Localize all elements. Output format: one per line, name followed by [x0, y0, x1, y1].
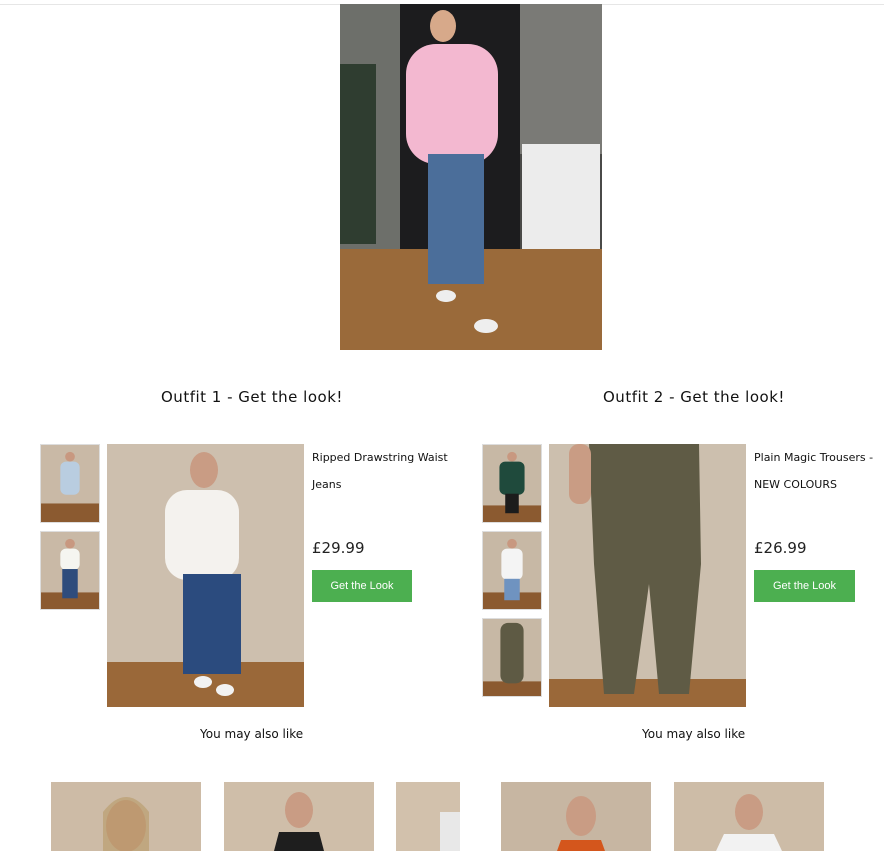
- recommendation-image[interactable]: [51, 782, 201, 851]
- recommendation-image[interactable]: [674, 782, 824, 851]
- outfit-2-thumbnail-1[interactable]: [482, 444, 542, 523]
- outfit-2-price: £26.99: [754, 539, 807, 557]
- hero-image[interactable]: [340, 4, 602, 350]
- outfit-1-thumbnail-2[interactable]: [40, 531, 100, 610]
- outfit-1-price: £29.99: [312, 539, 365, 557]
- outfit-2-thumbnail-2[interactable]: [482, 531, 542, 610]
- outfit-1-thumbnail-1[interactable]: [40, 444, 100, 523]
- outfit-2-heading: Outfit 2 - Get the look!: [603, 388, 785, 406]
- outfit-2-you-may-also-like: You may also like: [642, 727, 746, 741]
- recommendation-image[interactable]: [224, 782, 374, 851]
- outfit-2-product-name[interactable]: Plain Magic Trousers - NEW COLOURS: [754, 444, 873, 498]
- outfit-2-main-image[interactable]: [549, 444, 746, 707]
- outfit-1-product-name[interactable]: Ripped Drawstring Waist Jeans: [312, 444, 448, 498]
- outfit-2-get-the-look-button[interactable]: Get the Look: [754, 570, 855, 602]
- recommendation-image[interactable]: [396, 782, 460, 851]
- recommendation-image[interactable]: [501, 782, 651, 851]
- outfit-2-thumbnail-3[interactable]: [482, 618, 542, 697]
- outfit-1-heading: Outfit 1 - Get the look!: [161, 388, 343, 406]
- outfit-2-product-name-line-1: Plain Magic Trousers -: [754, 451, 874, 464]
- outfit-1-you-may-also-like: You may also like: [200, 727, 304, 741]
- outfit-1-main-image[interactable]: [107, 444, 304, 707]
- outfit-1-product-name-line-2: Jeans: [312, 478, 342, 491]
- outfit-1-get-the-look-button[interactable]: Get the Look: [312, 570, 412, 602]
- outfit-2-product-name-line-2: NEW COLOURS: [754, 478, 837, 491]
- outfit-1-product-name-line-1: Ripped Drawstring Waist: [312, 451, 448, 464]
